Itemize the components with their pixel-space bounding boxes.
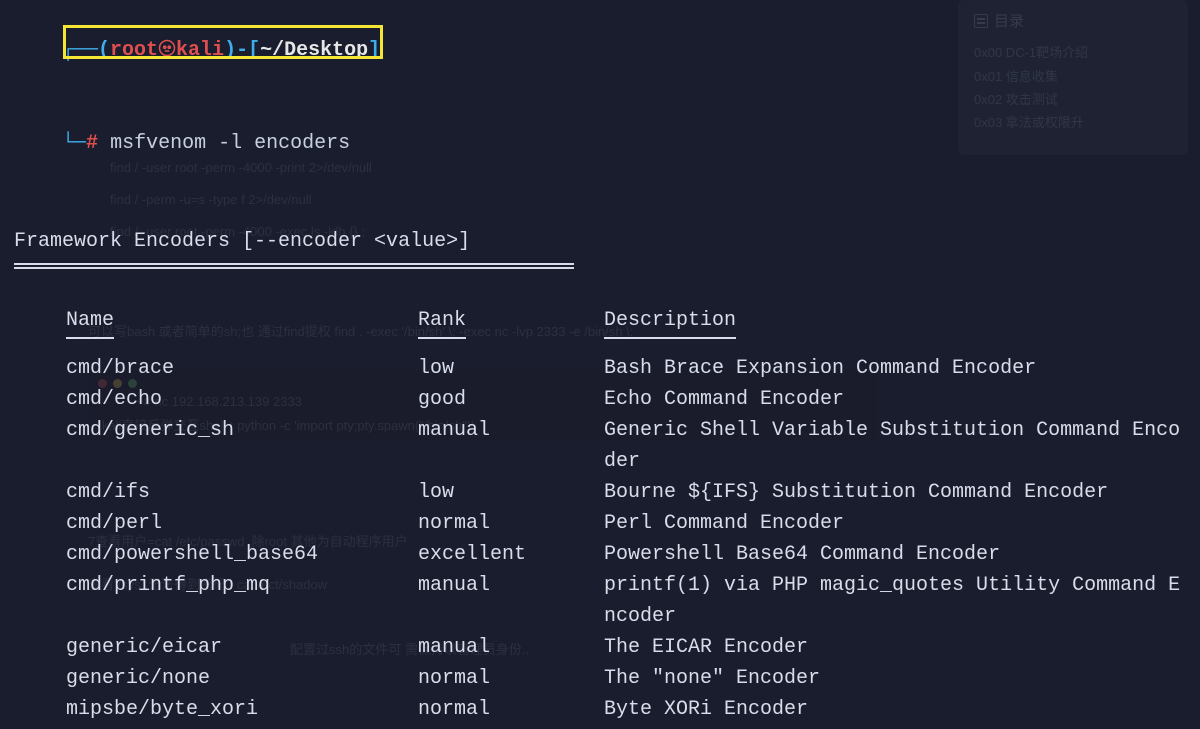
cell-desc: Bash Brace Expansion Command Encoder [604,353,1186,384]
cell-desc: Generic Shell Variable Substitution Comm… [604,415,1186,477]
cell-desc: Echo Command Encoder [604,384,1186,415]
cell-rank: manual [418,570,604,601]
prompt-path: ~/Desktop [260,39,368,62]
prompt-line-1: ┌──(rootkali)-[~/Desktop] [14,4,1186,97]
prompt-line-2: └─# msfvenom -l encoders [14,97,1186,190]
table-row: cmd/echogoodEcho Command Encoder [66,384,1186,415]
cell-desc: printf(1) via PHP magic_quotes Utility C… [604,570,1186,632]
section-title: Framework Encoders [--encoder <value>] [14,226,1186,257]
table-row: cmd/generic_shmanualGeneric Shell Variab… [66,415,1186,477]
cell-name: cmd/perl [66,508,418,539]
section-rule [14,263,574,269]
cell-desc: The "none" Encoder [604,663,1186,694]
cell-desc: Perl Command Encoder [604,508,1186,539]
cell-desc: Powershell Base64 Command Encoder [604,539,1186,570]
cell-desc: The EICAR Encoder [604,632,1186,663]
col-header-name: Name [66,305,114,339]
prompt-hash: # [86,132,98,155]
cell-name: cmd/printf_php_mq [66,570,418,601]
skull-icon [158,39,176,62]
cell-desc: Bourne ${IFS} Substitution Command Encod… [604,477,1186,508]
cell-rank: normal [418,508,604,539]
table-row: mipsbe/byte_xorinormalByte XORi Encoder [66,694,1186,725]
cell-rank: low [418,353,604,384]
col-header-desc: Description [604,305,736,339]
cell-rank: manual [418,632,604,663]
table-row: generic/nonenormalThe "none" Encoder [66,663,1186,694]
cell-rank: normal [418,663,604,694]
encoders-table: Name Rank Description cmd/bracelowBash B… [66,305,1186,725]
cell-name: generic/none [66,663,418,694]
table-row: generic/eicarmanualThe EICAR Encoder [66,632,1186,663]
cell-name: mipsbe/byte_xori [66,694,418,725]
table-header-row: Name Rank Description [66,305,1186,339]
table-row: cmd/ifslowBourne ${IFS} Substitution Com… [66,477,1186,508]
table-row: cmd/powershell_base64excellentPowershell… [66,539,1186,570]
cell-name: cmd/brace [66,353,418,384]
command-text: msfvenom -l encoders [110,132,350,155]
cell-name: generic/eicar [66,632,418,663]
cell-desc: Byte XORi Encoder [604,694,1186,725]
prompt-user: root [110,39,158,62]
cell-rank: normal [418,694,604,725]
table-row: cmd/perlnormalPerl Command Encoder [66,508,1186,539]
prompt-host: kali [176,39,224,62]
cell-rank: low [418,477,604,508]
terminal-output[interactable]: ┌──(rootkali)-[~/Desktop] └─# msfvenom -… [0,0,1200,729]
col-header-rank: Rank [418,305,466,339]
cell-name: cmd/powershell_base64 [66,539,418,570]
cell-rank: good [418,384,604,415]
table-row: cmd/printf_php_mqmanualprintf(1) via PHP… [66,570,1186,632]
table-row: cmd/bracelowBash Brace Expansion Command… [66,353,1186,384]
cell-rank: excellent [418,539,604,570]
cell-name: cmd/generic_sh [66,415,418,446]
cell-rank: manual [418,415,604,446]
cell-name: cmd/ifs [66,477,418,508]
cell-name: cmd/echo [66,384,418,415]
